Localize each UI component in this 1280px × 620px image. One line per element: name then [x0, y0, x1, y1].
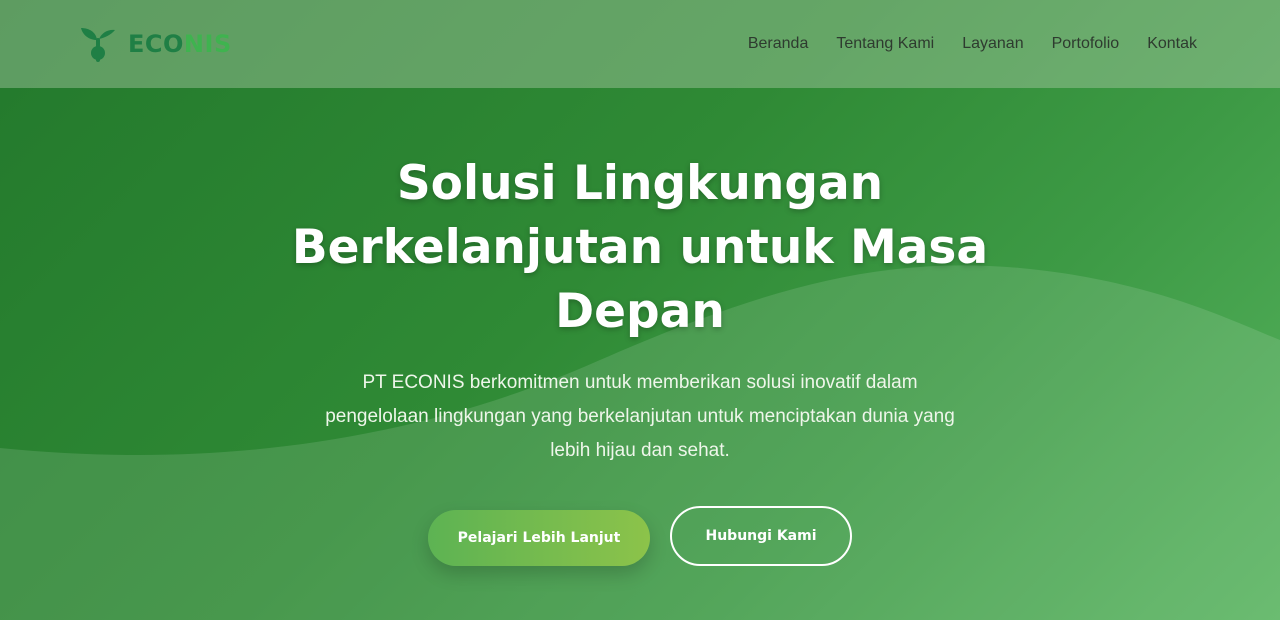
- brand-name: ECONIS: [128, 30, 232, 58]
- main-nav: Beranda Tentang Kami Layanan Portofolio …: [748, 35, 1197, 53]
- navbar: ECONIS Beranda Tentang Kami Layanan Port…: [0, 0, 1280, 88]
- contact-us-button[interactable]: Hubungi Kami: [670, 506, 852, 566]
- nav-link-portofolio[interactable]: Portofolio: [1052, 35, 1120, 53]
- nav-link-tentang-kami[interactable]: Tentang Kami: [836, 35, 934, 53]
- sprout-icon: [81, 28, 115, 62]
- nav-link-layanan[interactable]: Layanan: [962, 35, 1023, 53]
- hero-actions: Pelajari Lebih Lanjut Hubungi Kami: [0, 506, 1280, 566]
- hero-title-line-1: Solusi Lingkungan: [396, 156, 884, 211]
- hero-description: PT ECONIS berkomitmen untuk memberikan s…: [250, 366, 1030, 468]
- hero-section: Solusi Lingkungan Berkelanjutan untuk Ma…: [0, 88, 1280, 620]
- hero-title: Solusi Lingkungan Berkelanjutan untuk Ma…: [260, 152, 1020, 344]
- hero-description-line-1: PT ECONIS berkomitmen untuk memberikan s…: [362, 372, 918, 393]
- hero-title-line-3: Depan: [555, 284, 725, 339]
- brand-logo[interactable]: ECONIS: [80, 26, 232, 62]
- nav-link-beranda[interactable]: Beranda: [748, 35, 809, 53]
- hero-title-line-2: Berkelanjutan untuk Masa: [291, 220, 989, 275]
- hero-description-line-2: pengelolaan lingkungan yang berkelanjuta…: [325, 406, 955, 427]
- hero-description-line-3: lebih hijau dan sehat.: [550, 440, 730, 461]
- nav-link-kontak[interactable]: Kontak: [1147, 35, 1197, 53]
- learn-more-button[interactable]: Pelajari Lebih Lanjut: [428, 510, 650, 566]
